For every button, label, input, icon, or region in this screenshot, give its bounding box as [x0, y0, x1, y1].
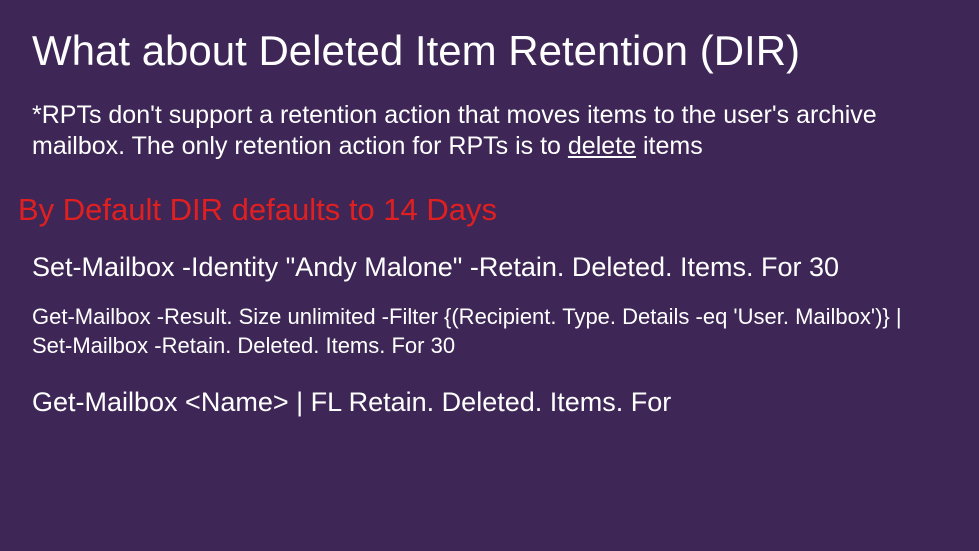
command-set-mailbox: Set-Mailbox -Identity "Andy Malone" -Ret…	[32, 251, 947, 283]
subtitle: By Default DIR defaults to 14 Days	[18, 193, 947, 227]
body-underlined: delete	[568, 132, 636, 160]
slide: What about Deleted Item Retention (DIR) …	[0, 0, 979, 551]
command-get-set-mailbox: Get-Mailbox -Result. Size unlimited -Fil…	[32, 303, 947, 360]
body-post: items	[636, 132, 703, 160]
command-get-mailbox-fl: Get-Mailbox <Name> | FL Retain. Deleted.…	[32, 386, 947, 418]
body-paragraph: *RPTs don't support a retention action t…	[32, 100, 947, 163]
body-pre: *RPTs don't support a retention action t…	[32, 101, 877, 160]
page-title: What about Deleted Item Retention (DIR)	[32, 28, 947, 74]
